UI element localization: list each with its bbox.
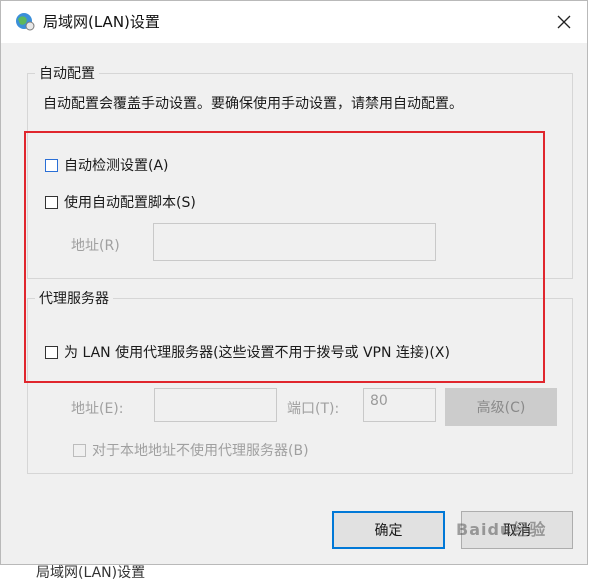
proxy-legend: 代理服务器 xyxy=(35,288,113,308)
lan-settings-dialog: 局域网(LAN)设置 自动配置 自动配置会覆盖手动设置。要确保使用手动设置，请禁… xyxy=(0,0,588,565)
use-script-checkbox[interactable] xyxy=(45,195,58,209)
proxy-address-input[interactable] xyxy=(154,388,277,422)
dialog-title: 局域网(LAN)设置 xyxy=(43,13,160,31)
advanced-button[interactable]: 高级(C) xyxy=(445,388,557,426)
auto-config-note: 自动配置会覆盖手动设置。要确保使用手动设置，请禁用自动配置。 xyxy=(43,96,463,112)
globe-network-icon xyxy=(15,11,35,31)
background-window-title: 局域网(LAN)设置 xyxy=(36,565,146,581)
title-bar: 局域网(LAN)设置 xyxy=(1,1,587,43)
auto-detect-label: 自动检测设置(A) xyxy=(64,158,169,174)
script-address-label: 地址(R) xyxy=(71,238,120,254)
baidu-watermark: Baidu经验 xyxy=(456,520,547,539)
proxy-port-input[interactable]: 80 xyxy=(363,388,436,422)
close-icon xyxy=(557,15,571,29)
proxy-port-label: 端口(T): xyxy=(287,401,340,417)
script-address-input[interactable] xyxy=(153,223,436,261)
auto-config-legend: 自动配置 xyxy=(35,63,99,83)
use-proxy-row[interactable]: 为 LAN 使用代理服务器(这些设置不用于拨号或 VPN 连接)(X) xyxy=(45,342,450,362)
use-script-label: 使用自动配置脚本(S) xyxy=(64,195,196,211)
use-proxy-checkbox[interactable] xyxy=(45,345,58,359)
auto-detect-row[interactable]: 自动检测设置(A) xyxy=(45,155,169,175)
use-script-row[interactable]: 使用自动配置脚本(S) xyxy=(45,192,196,212)
proxy-address-label: 地址(E): xyxy=(71,401,124,417)
bypass-local-label: 对于本地地址不使用代理服务器(B) xyxy=(92,443,309,459)
auto-detect-checkbox[interactable] xyxy=(45,158,58,172)
use-proxy-label: 为 LAN 使用代理服务器(这些设置不用于拨号或 VPN 连接)(X) xyxy=(64,345,450,361)
bypass-local-row[interactable]: 对于本地地址不使用代理服务器(B) xyxy=(73,440,309,460)
ok-button[interactable]: 确定 xyxy=(332,511,445,549)
bypass-local-checkbox[interactable] xyxy=(73,443,86,457)
close-button[interactable] xyxy=(541,1,587,43)
